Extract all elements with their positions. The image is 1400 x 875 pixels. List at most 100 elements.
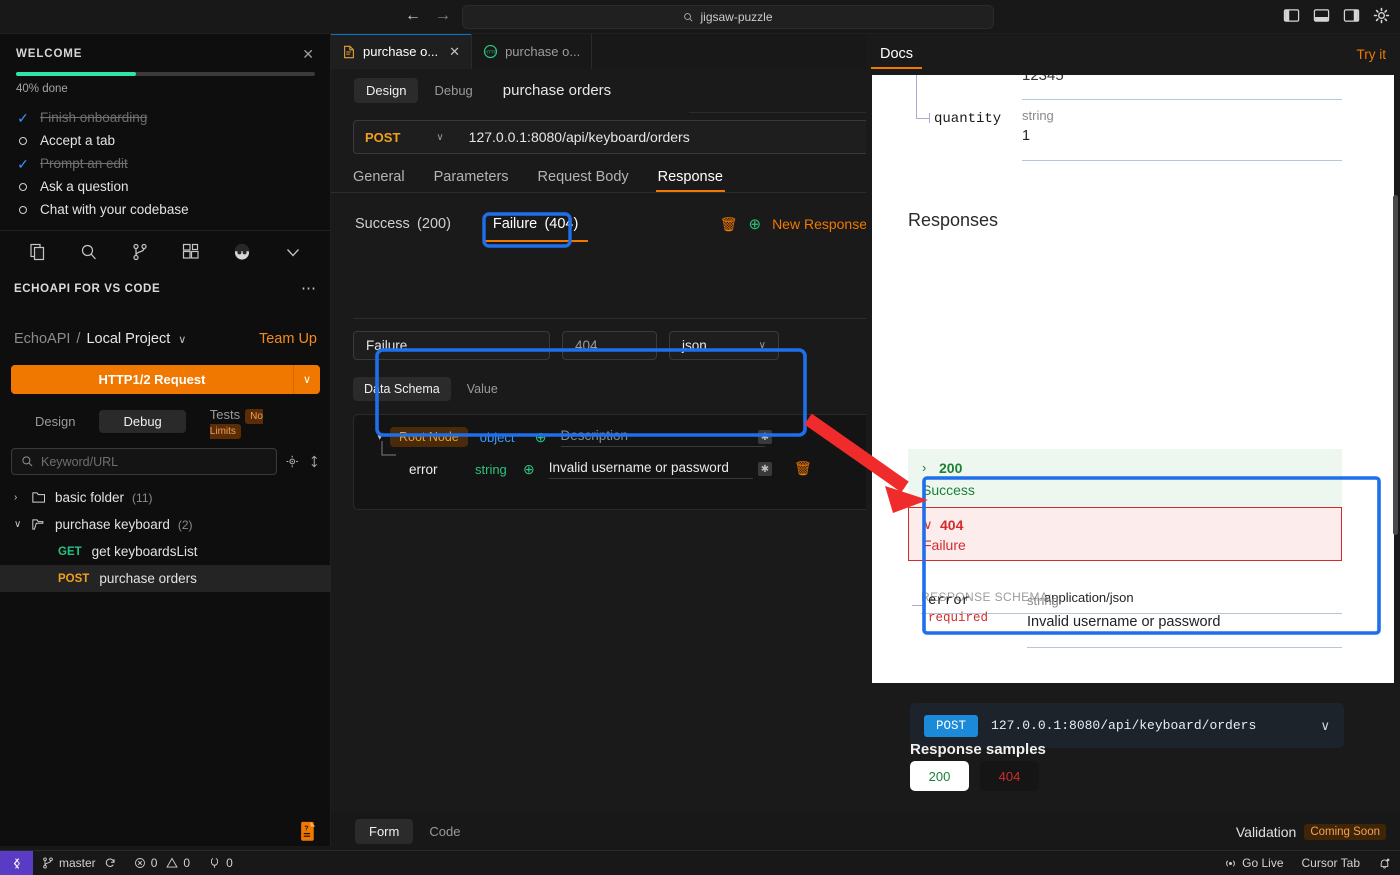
panel-segment-tests[interactable]: Tests No Limits bbox=[186, 403, 320, 441]
locate-icon[interactable] bbox=[286, 455, 299, 468]
bottom-tab-code[interactable]: Code bbox=[415, 819, 474, 844]
status-go-live[interactable]: Go Live bbox=[1215, 856, 1292, 870]
subtab-parameters[interactable]: Parameters bbox=[434, 169, 509, 192]
status-notifications[interactable] bbox=[1369, 857, 1400, 870]
editor-tab-0[interactable]: purchase o... ✕ bbox=[331, 34, 473, 69]
response-type-select[interactable]: json ∨ bbox=[669, 331, 779, 360]
source-control-icon[interactable] bbox=[131, 243, 149, 261]
walkthrough-task-1[interactable]: Accept a tab bbox=[16, 129, 314, 152]
editor-mode-design[interactable]: Design bbox=[354, 78, 419, 103]
chevron-down-icon[interactable]: ∨ bbox=[1320, 718, 1330, 734]
walkthrough-task-3[interactable]: Ask a question bbox=[16, 175, 314, 198]
remote-window-icon[interactable] bbox=[0, 850, 33, 875]
chevron-down-icon[interactable]: ∨ bbox=[178, 333, 186, 346]
folder-icon bbox=[32, 491, 47, 504]
plus-circle-icon[interactable]: ⊕ bbox=[748, 215, 761, 233]
trash-icon[interactable]: 🗑 bbox=[794, 460, 812, 477]
walkthrough-task-4[interactable]: Chat with your codebase bbox=[16, 198, 314, 221]
response-name-input[interactable]: Failure bbox=[353, 331, 550, 360]
docs-field-tree bbox=[912, 605, 926, 606]
editor-tab-1-label: purchase o... bbox=[505, 44, 581, 59]
chevron-down-icon[interactable]: ∨ bbox=[294, 373, 320, 386]
tab-data-schema[interactable]: Data Schema bbox=[353, 377, 451, 401]
arrow-left-icon[interactable]: ← bbox=[405, 7, 421, 25]
plus-circle-icon[interactable]: ⊕ bbox=[535, 429, 547, 446]
search-icon[interactable] bbox=[80, 243, 98, 261]
tree-request-purchase-orders[interactable]: POST purchase orders bbox=[0, 565, 331, 592]
arrow-right-icon[interactable]: → bbox=[435, 7, 451, 25]
toggle-primary-sidebar-icon[interactable] bbox=[1283, 7, 1300, 24]
field-required-star[interactable]: ✱ bbox=[758, 462, 772, 476]
status-branch[interactable]: master bbox=[33, 856, 125, 870]
echoapi-icon[interactable] bbox=[233, 243, 251, 261]
plus-circle-icon[interactable]: ⊕ bbox=[523, 461, 535, 478]
panel-segment-design[interactable]: Design bbox=[11, 410, 99, 433]
search-icon bbox=[684, 12, 693, 22]
response-code-input[interactable]: 404 bbox=[562, 331, 657, 360]
panel-more-icon[interactable]: ⋯ bbox=[301, 281, 317, 296]
docs-tree-hline bbox=[916, 118, 930, 119]
new-response-button[interactable]: New Response bbox=[772, 216, 867, 232]
method-select[interactable]: POST ∨ bbox=[353, 120, 455, 154]
trash-icon[interactable]: 🗑 bbox=[720, 216, 738, 233]
bell-dot-icon bbox=[1380, 858, 1390, 868]
walkthrough-task-0[interactable]: ✓ Finish onboarding bbox=[16, 106, 314, 129]
extensions-icon[interactable] bbox=[182, 243, 200, 261]
status-ports[interactable]: 0 bbox=[199, 856, 242, 870]
subtab-request-body[interactable]: Request Body bbox=[538, 169, 629, 192]
chevron-right-icon: › bbox=[922, 460, 927, 475]
docs-response-200[interactable]: › 200 Success bbox=[908, 449, 1342, 507]
try-it-button[interactable]: Try it bbox=[1357, 47, 1387, 69]
tab-docs[interactable]: Docs bbox=[870, 46, 923, 69]
docs-response-404[interactable]: ∨ 404 Failure bbox=[908, 507, 1342, 561]
tree-folder-1[interactable]: ∨ purchase keyboard (2) bbox=[0, 511, 331, 538]
breadcrumb-root[interactable]: EchoAPI bbox=[14, 331, 70, 347]
status-problems[interactable]: 0 0 bbox=[125, 856, 199, 870]
panel-segment-debug[interactable]: Debug bbox=[99, 410, 186, 433]
toggle-panel-icon[interactable] bbox=[1313, 7, 1330, 24]
docs-divider-2 bbox=[1022, 160, 1342, 161]
new-http-request-button[interactable]: HTTP1/2 Request ∨ bbox=[11, 365, 320, 394]
circle-icon bbox=[16, 136, 30, 145]
close-icon[interactable]: ✕ bbox=[302, 47, 314, 61]
tab-value[interactable]: Value bbox=[456, 377, 509, 401]
editor-tab-1[interactable]: HTTP purchase o... bbox=[472, 34, 593, 69]
expander-icon[interactable]: ∨ bbox=[14, 519, 24, 530]
subtab-response[interactable]: Response bbox=[655, 169, 726, 192]
request-name: purchase orders bbox=[99, 571, 197, 586]
tree-request-get-keyboardslist[interactable]: GET get keyboardsList bbox=[0, 538, 331, 565]
response-sample-200[interactable]: 200 bbox=[910, 761, 969, 791]
command-center-search[interactable]: jigsaw-puzzle bbox=[462, 5, 994, 29]
orange-doc-icon[interactable]: ? bbox=[300, 821, 317, 842]
walkthrough-task-2[interactable]: ✓ Prompt an edit bbox=[16, 152, 314, 175]
field-name-error[interactable]: error bbox=[409, 462, 475, 477]
toggle-secondary-sidebar-icon[interactable] bbox=[1343, 7, 1360, 24]
sidebar-search-box[interactable] bbox=[11, 448, 278, 475]
response-actions: 🗑 ⊕ New Response bbox=[720, 215, 867, 234]
sort-icon[interactable] bbox=[308, 455, 321, 468]
close-icon[interactable]: ✕ bbox=[449, 44, 460, 60]
settings-gear-icon[interactable] bbox=[1373, 7, 1390, 24]
docs-response-sample-chips: 200 404 bbox=[910, 761, 1039, 791]
subtab-general[interactable]: General bbox=[353, 169, 405, 192]
status-cursor-tab[interactable]: Cursor Tab bbox=[1293, 856, 1369, 870]
response-case-failure[interactable]: Failure (404) bbox=[482, 216, 589, 242]
team-up-link[interactable]: Team Up bbox=[259, 331, 317, 347]
walkthrough-task-label: Chat with your codebase bbox=[40, 202, 189, 217]
explorer-icon[interactable] bbox=[29, 243, 47, 261]
root-required-star[interactable]: ✱ bbox=[758, 430, 772, 444]
bottom-tab-form[interactable]: Form bbox=[355, 819, 414, 844]
search-input[interactable] bbox=[41, 454, 268, 469]
expander-icon[interactable]: › bbox=[14, 492, 24, 503]
response-case-success[interactable]: Success (200) bbox=[353, 216, 453, 232]
root-type[interactable]: object bbox=[480, 430, 535, 445]
root-description-input[interactable]: Description bbox=[560, 428, 765, 447]
tree-folder-0[interactable]: › basic folder (11) bbox=[0, 484, 331, 511]
chevron-down-icon[interactable] bbox=[284, 243, 302, 261]
breadcrumb-current[interactable]: Local Project bbox=[86, 331, 170, 347]
docs-scrollbar[interactable] bbox=[1393, 195, 1398, 535]
field-description-error[interactable]: Invalid username or password bbox=[548, 460, 753, 479]
response-sample-404[interactable]: 404 bbox=[980, 761, 1039, 791]
editor-mode-debug[interactable]: Debug bbox=[422, 78, 484, 103]
field-type-error[interactable]: string bbox=[475, 462, 523, 477]
